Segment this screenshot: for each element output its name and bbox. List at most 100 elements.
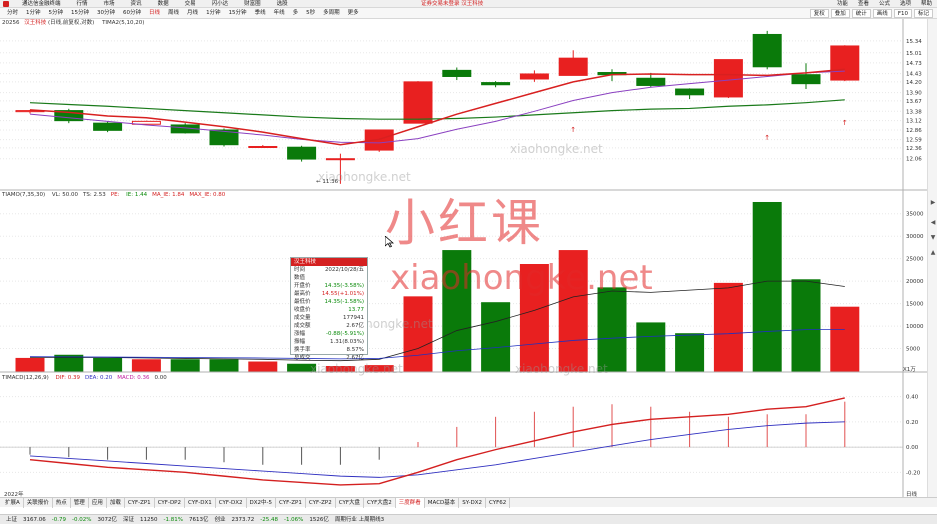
candle-body-up: [248, 146, 278, 148]
price-axis-label: 12.86: [906, 128, 922, 134]
popup-row: 时间 2022/10/28/五: [291, 266, 367, 274]
volume-axis-label: 25000: [906, 257, 924, 263]
popup-row-key: 总成交: [294, 355, 311, 361]
volume-bar-down: [636, 322, 666, 372]
popup-row: 成交量 177941: [291, 314, 367, 322]
signal-arrow-icon: ↑: [764, 134, 770, 142]
sidebar-arrow-icon: ▼: [931, 234, 936, 241]
popup-row-key: 振幅: [294, 339, 306, 345]
watermark-url-small: xiaohongke.net: [318, 170, 411, 184]
indicator-tab[interactable]: CYF-ZP2: [306, 498, 336, 508]
indicator-tab[interactable]: DX2中-5: [247, 498, 277, 508]
price-axis-label: 15.01: [906, 51, 922, 57]
sidebar-arrow-icon: ▲: [931, 249, 936, 256]
volume-unit-label: X1万: [903, 367, 916, 373]
index-quotes: 上证 3167.06 -0.79 -0.02% 3072亿 深证 11250 -1.81% 76…: [3, 515, 387, 524]
price-axis-label: 12.36: [906, 146, 922, 152]
moving-average-lines: ↑ ↑ ↑: [29, 68, 848, 146]
indicator-tab[interactable]: CYF-DX1: [185, 498, 216, 508]
mouse-cursor-icon: [385, 236, 394, 248]
popup-row-key: 涨幅: [294, 331, 306, 337]
sidebar-icons: ▶ ◀ ▼ ▲: [931, 199, 936, 256]
index-quote-item: 2373.72: [231, 517, 255, 523]
popup-row: 涨幅 -0.88(-5.91%): [291, 330, 367, 338]
candle-body-down: [93, 122, 123, 131]
indicator-tab[interactable]: 加载: [107, 498, 125, 508]
index-quote-item: 深证: [122, 517, 134, 523]
index-quote-item: 周期行业 上周期线3: [334, 517, 385, 523]
candle-body-up: [519, 73, 549, 80]
sidebar-arrow-icon: ◀: [931, 219, 936, 226]
popup-title: 汉王科技: [291, 258, 367, 266]
popup-row-key: 数值: [294, 275, 306, 281]
price-axis-label: 12.59: [906, 138, 922, 144]
candle-body-up: [403, 81, 433, 124]
macd-axis-label: 0.40: [906, 395, 919, 401]
indicator-tab[interactable]: CYF-ZP1: [125, 498, 155, 508]
indicator-tab[interactable]: CYF62: [486, 498, 511, 508]
index-quote-item: -0.02%: [72, 517, 92, 523]
popup-row-value: 8.57%: [346, 347, 364, 353]
popup-rows: 时间 2022/10/28/五 数值 开盘价 14.35(-3.58%) 最高价 14.55…: [291, 266, 367, 362]
watermark-url-small: xiaohongke.net: [515, 362, 608, 376]
macd-axis-label: 0.20: [906, 420, 919, 426]
candle-body-down: [287, 146, 317, 160]
popup-row: 数值: [291, 274, 367, 282]
candle-body-down: [791, 74, 821, 85]
indicator-tab[interactable]: 应用: [89, 498, 107, 508]
popup-row-value: 14.35(-1.58%): [324, 299, 365, 305]
popup-row: 成交额 2.67亿: [291, 322, 367, 330]
popup-row-key: 最高价: [294, 291, 311, 297]
volume-bar-up: [15, 357, 45, 372]
price-axis-label: 13.67: [906, 99, 922, 105]
candle-body-up: [830, 45, 860, 81]
index-quote-item: 7613亿: [188, 517, 209, 523]
indicator-tab[interactable]: 关联报价: [24, 498, 53, 508]
volume-bar-up: [713, 282, 743, 372]
indicator-tab[interactable]: CYF-DX2: [216, 498, 247, 508]
indicator-tab[interactable]: CYF大盘2: [364, 498, 396, 508]
volume-bar-up: [131, 359, 161, 372]
index-quote-item: 11250: [139, 517, 158, 523]
popup-row: 最高价 14.55(+1.01%): [291, 290, 367, 298]
volume-bar-up: [248, 361, 278, 372]
popup-row-value: -0.88(-5.91%): [326, 331, 364, 337]
popup-row-key: 收盘价: [294, 307, 311, 313]
price-axis-label: 12.06: [906, 157, 922, 163]
index-quote-item: 3167.06: [23, 517, 46, 523]
indicator-tabs: 扩展A 关联报价 热点 管理 应用 加载 CYF-ZP1 CYF-DP2 CYF-DX1 CYF-…: [2, 498, 511, 508]
volume-axis-label: 5000: [906, 347, 920, 353]
volume-bar-up: [830, 306, 860, 372]
indicator-tab[interactable]: MACD基本: [425, 498, 460, 508]
price-axes: 15.01 15.34 14.73 14.43 14.20 13.90 13.67 13.38…: [906, 39, 924, 476]
right-sidebar: ▶ ◀ ▼ ▲: [927, 19, 937, 497]
popup-row-key: 开盘价: [294, 283, 311, 289]
indicator-tab[interactable]: SY-DX2: [459, 498, 486, 508]
indicator-tab[interactable]: CYF大盘: [336, 498, 364, 508]
candle-body-up: [558, 57, 588, 76]
popup-row-key: 时间: [294, 267, 306, 273]
indicator-tab[interactable]: 三度群看: [395, 498, 425, 508]
indicator-tab[interactable]: CYF-DP2: [155, 498, 185, 508]
popup-row-value: 1.31(8.03%): [329, 339, 364, 345]
candle-body-down: [675, 88, 705, 96]
index-quote-item: -0.79: [51, 517, 66, 523]
indicator-tab[interactable]: 热点: [53, 498, 71, 508]
index-quote-item: 1526亿: [309, 517, 329, 523]
indicator-tab[interactable]: 扩展A: [2, 498, 24, 508]
candle-body-up: [713, 59, 743, 98]
price-axis-label: 14.20: [906, 80, 922, 86]
price-axis-label: 14.73: [906, 61, 922, 67]
popup-row: 最低价 14.35(-1.58%): [291, 298, 367, 306]
indicator-tab[interactable]: CYF-ZP1: [276, 498, 306, 508]
volume-bar-down: [791, 279, 821, 372]
indicator-tab[interactable]: 管理: [71, 498, 89, 508]
volume-axis-label: 15000: [906, 302, 924, 308]
popup-row-key: 换手率: [294, 347, 311, 353]
popup-row: 总成交 2.67亿: [291, 354, 367, 362]
price-axis-label: 13.90: [906, 91, 922, 97]
popup-row-value: 13.77: [348, 307, 364, 313]
sidebar-arrow-icon: ▶: [931, 199, 936, 206]
price-axis-label: 13.12: [906, 119, 922, 125]
signal-arrow-icon: ↑: [842, 119, 848, 127]
